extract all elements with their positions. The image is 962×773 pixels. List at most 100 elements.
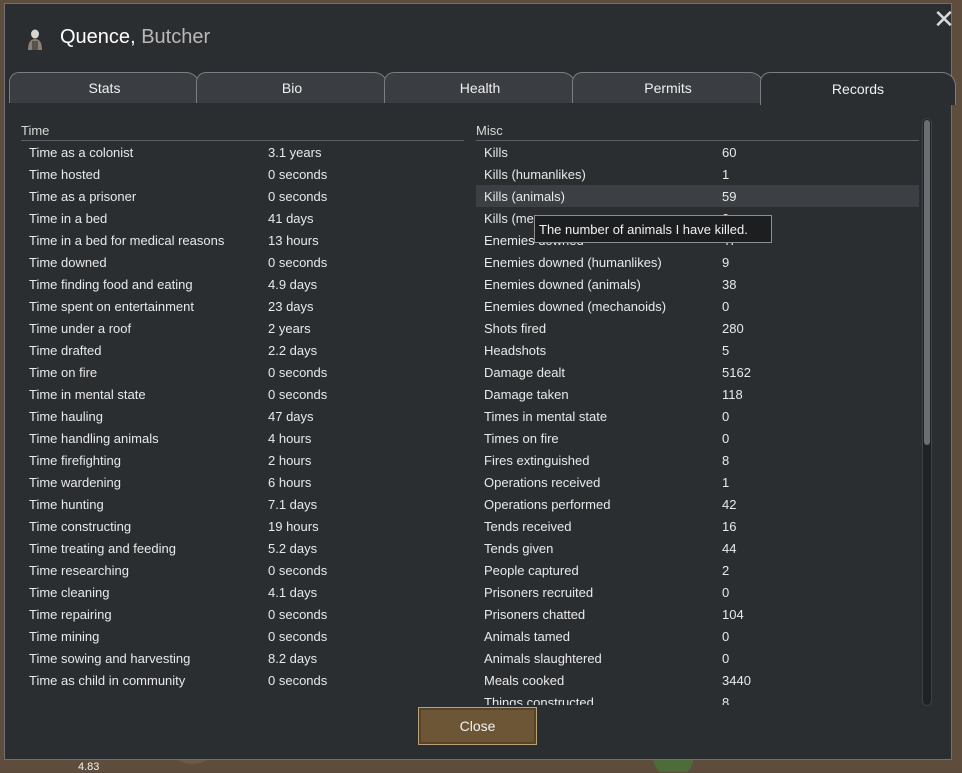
record-row[interactable]: Time as a prisoner 0 seconds	[21, 185, 464, 207]
record-value: 7.1 days	[268, 496, 318, 512]
record-row[interactable]: Time handling animals 4 hours	[21, 427, 464, 449]
tab-bar: Stats Bio Health Permits Records	[9, 72, 957, 105]
record-row[interactable]: Damage dealt 5162	[476, 361, 919, 383]
record-value: 0	[722, 628, 730, 644]
record-row[interactable]: Headshots 5	[476, 339, 919, 361]
record-row[interactable]: Time hunting 7.1 days	[21, 493, 464, 515]
record-row[interactable]: Time treating and feeding 5.2 days	[21, 537, 464, 559]
record-row[interactable]: Shots fired 280	[476, 317, 919, 339]
record-row[interactable]: Kills 60	[476, 142, 919, 163]
record-row[interactable]: Meals cooked 3440	[476, 669, 919, 691]
tab-bio[interactable]: Bio	[196, 72, 388, 103]
record-value: 0	[722, 430, 730, 446]
record-value: 38	[722, 276, 737, 292]
record-label: Meals cooked	[484, 672, 565, 688]
record-row[interactable]: Time drafted 2.2 days	[21, 339, 464, 361]
record-value: 118	[722, 386, 743, 402]
record-value: 5	[722, 342, 730, 358]
record-row[interactable]: People captured 2	[476, 559, 919, 581]
record-row[interactable]: Animals tamed 0	[476, 625, 919, 647]
record-row[interactable]: Enemies downed (mechanoids) 0	[476, 295, 919, 317]
record-label: Fires extinguished	[484, 452, 590, 468]
record-value: 2 hours	[268, 452, 312, 468]
record-label: People captured	[484, 562, 579, 578]
record-row[interactable]: Time cleaning 4.1 days	[21, 581, 464, 603]
record-row[interactable]: Kills (animals) 59	[476, 185, 919, 207]
record-row[interactable]: Operations performed 42	[476, 493, 919, 515]
record-value: 41 days	[268, 210, 314, 226]
record-row[interactable]: Prisoners chatted 104	[476, 603, 919, 625]
record-label: Time handling animals	[29, 430, 159, 446]
record-row[interactable]: Time sowing and harvesting 8.2 days	[21, 647, 464, 669]
record-row[interactable]: Time hauling 47 days	[21, 405, 464, 427]
misc-section-header: Misc	[476, 123, 503, 138]
record-row[interactable]: Time as a colonist 3.1 years	[21, 141, 464, 163]
record-label: Times in mental state	[484, 408, 608, 424]
record-row[interactable]: Times on fire 0	[476, 427, 919, 449]
record-row[interactable]: Fires extinguished 8	[476, 449, 919, 471]
record-value: 2 years	[268, 320, 311, 336]
record-row[interactable]: Time wardening 6 hours	[21, 471, 464, 493]
tab-records[interactable]: Records	[760, 72, 956, 105]
record-value: 8	[722, 694, 730, 706]
record-row[interactable]: Time firefighting 2 hours	[21, 449, 464, 471]
record-label: Animals tamed	[484, 628, 570, 644]
record-label: Shots fired	[484, 320, 547, 336]
record-row[interactable]: Tends received 16	[476, 515, 919, 537]
record-row[interactable]: Time on fire 0 seconds	[21, 361, 464, 383]
record-value: 280	[722, 320, 744, 336]
record-value: 0 seconds	[268, 562, 328, 578]
record-value: 2.2 days	[268, 342, 318, 358]
record-row[interactable]: Time downed 0 seconds	[21, 251, 464, 273]
record-row[interactable]: Operations received 1	[476, 471, 919, 493]
record-value: 3.1 years	[268, 144, 322, 160]
tab-stats[interactable]: Stats	[9, 72, 200, 103]
record-value: 42	[722, 496, 737, 512]
record-row[interactable]: Kills (humanlikes) 1	[476, 163, 919, 185]
record-row[interactable]: Time in a bed for medical reasons 13 hour…	[21, 229, 464, 251]
record-value: 104	[722, 606, 744, 622]
close-icon[interactable]: ✕	[933, 6, 955, 32]
record-row[interactable]: Time repairing 0 seconds	[21, 603, 464, 625]
pawn-title: Butcher	[141, 26, 211, 48]
record-label: Time spent on entertainment	[29, 298, 194, 314]
record-row[interactable]: Prisoners recruited 0	[476, 581, 919, 603]
record-row[interactable]: Time under a roof 2 years	[21, 317, 464, 339]
close-button[interactable]: Close	[418, 707, 537, 745]
record-row[interactable]: Time constructing 19 hours	[21, 515, 464, 537]
scrollbar-thumb[interactable]	[924, 120, 930, 445]
record-row[interactable]: Time spent on entertainment 23 days	[21, 295, 464, 317]
record-label: Damage dealt	[484, 364, 565, 380]
record-value: 0 seconds	[268, 672, 328, 688]
record-label: Kills (humanlikes)	[484, 166, 586, 182]
pawn-portrait-icon	[28, 29, 42, 50]
record-row[interactable]: Tends given 44	[476, 537, 919, 559]
record-row[interactable]: Times in mental state 0	[476, 405, 919, 427]
record-label: Time hunting	[29, 496, 104, 512]
record-row[interactable]: Time in mental state 0 seconds	[21, 383, 464, 405]
record-row[interactable]: Enemies downed (animals) 38	[476, 273, 919, 295]
record-row[interactable]: Time researching 0 seconds	[21, 559, 464, 581]
tab-health[interactable]: Health	[384, 72, 576, 103]
record-row[interactable]: Things constructed 8	[476, 691, 919, 706]
record-value: 0	[722, 408, 730, 424]
record-value: 0 seconds	[268, 606, 328, 622]
record-label: Time in a bed for medical reasons	[29, 232, 225, 248]
record-label: Time downed	[29, 254, 107, 270]
record-label: Time firefighting	[29, 452, 121, 468]
record-row[interactable]: Damage taken 118	[476, 383, 919, 405]
record-row[interactable]: Enemies downed (humanlikes) 9	[476, 251, 919, 273]
record-value: 6 hours	[268, 474, 312, 490]
record-row[interactable]: Animals slaughtered 0	[476, 647, 919, 669]
record-row[interactable]: Time hosted 0 seconds	[21, 163, 464, 185]
pawn-name: Quence	[60, 26, 131, 48]
record-value: 23 days	[268, 298, 314, 314]
record-row[interactable]: Time finding food and eating 4.9 days	[21, 273, 464, 295]
record-row[interactable]: Time in a bed 41 days	[21, 207, 464, 229]
record-value: 13 hours	[268, 232, 319, 248]
record-row[interactable]: Time as child in community 0 seconds	[21, 669, 464, 691]
record-label: Things constructed	[484, 694, 594, 706]
tab-permits[interactable]: Permits	[572, 72, 764, 103]
tooltip: The number of animals I have killed.	[534, 215, 772, 243]
record-row[interactable]: Time mining 0 seconds	[21, 625, 464, 647]
